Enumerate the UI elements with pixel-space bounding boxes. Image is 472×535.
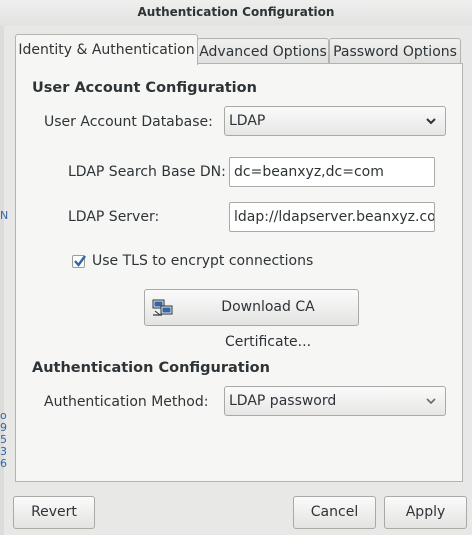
background-text-fragment: N (0, 209, 9, 222)
download-ca-certificate-label: Download CA Certificate... (221, 299, 315, 350)
tab-identity-authentication[interactable]: Identity & Authentication (15, 34, 198, 65)
checkmark-icon (74, 255, 86, 267)
window-title: Authentication Configuration (0, 0, 472, 26)
background-text-fragment: o9536 (0, 409, 7, 470)
use-tls-checkbox[interactable] (72, 255, 86, 268)
authentication-section-title: Authentication Configuration (32, 360, 270, 376)
tab-advanced-options[interactable]: Advanced Options (197, 38, 329, 64)
authentication-method-label: Authentication Method: (44, 394, 209, 410)
download-ca-certificate-button[interactable]: Download CA Certificate... (144, 289, 359, 350)
user-account-database-select[interactable]: LDAP (224, 106, 446, 136)
chevron-down-icon (426, 398, 436, 405)
authentication-method-select[interactable]: LDAP password (224, 386, 446, 416)
ldap-server-label: LDAP Server: (68, 209, 160, 225)
user-account-section-title: User Account Configuration (32, 80, 257, 96)
ldap-search-base-input[interactable]: dc=beanxyz,dc=com (229, 157, 435, 187)
apply-button[interactable]: Apply (384, 496, 467, 529)
chevron-down-icon (426, 118, 436, 125)
revert-button[interactable]: Revert (13, 496, 95, 529)
authentication-method-value: LDAP password (229, 393, 337, 409)
network-computers-icon (152, 299, 173, 316)
use-tls-label: Use TLS to encrypt connections (92, 253, 314, 269)
user-account-database-label: User Account Database: (44, 114, 213, 130)
cancel-button[interactable]: Cancel (293, 496, 376, 529)
ldap-search-base-label: LDAP Search Base DN: (68, 164, 226, 180)
ldap-server-input[interactable]: ldap://ldapserver.beanxyz.com (229, 202, 435, 232)
tab-password-options[interactable]: Password Options (329, 38, 461, 64)
user-account-database-value: LDAP (229, 113, 266, 129)
